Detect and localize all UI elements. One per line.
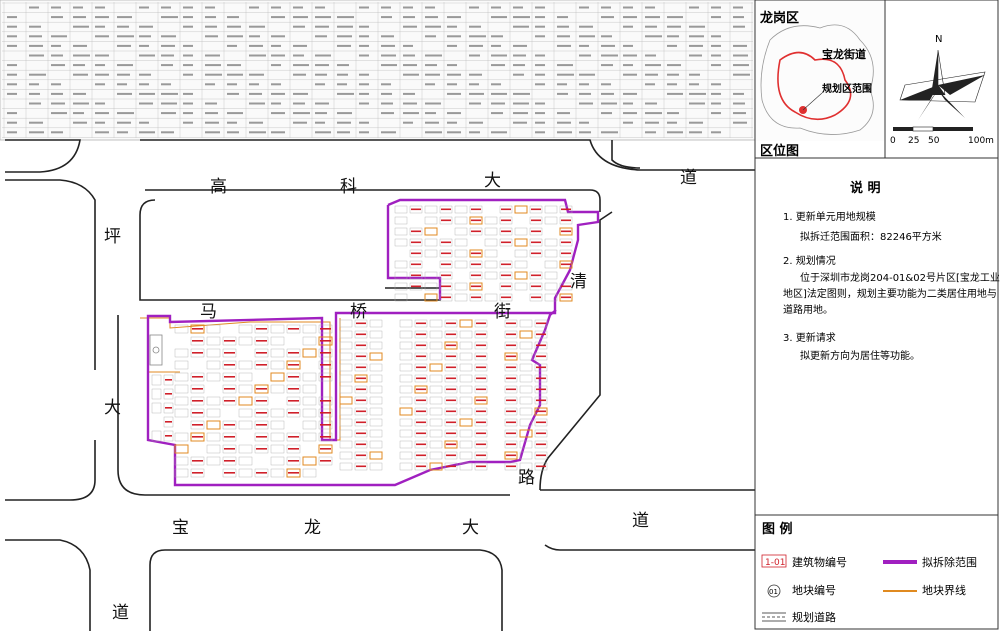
road-label-pingda-2: 大 bbox=[104, 398, 121, 418]
inset-district-label: 龙岗区 bbox=[760, 10, 799, 26]
north-arrow: N bbox=[899, 34, 986, 120]
notes-item2-line2: 地区]法定图则，规划主要功能为二类居住用地与 bbox=[783, 287, 997, 300]
north-label: N bbox=[935, 34, 942, 45]
scale-label-25: 25 bbox=[908, 136, 919, 146]
planning-map: 高 科 大 道 坪 大 马 桥 街 清 路 宝 龙 大 道 道 龙岗区 宝龙街道… bbox=[0, 0, 1000, 631]
road-label-gaoke-2: 科 bbox=[340, 177, 357, 197]
legend-title: 图 例 bbox=[762, 521, 793, 537]
legend-demolition-label: 拟拆除范围 bbox=[922, 555, 977, 569]
location-inset: 龙岗区 宝龙街道 规划区范围 区位图 bbox=[756, 1, 884, 159]
demolition-boundary bbox=[146, 198, 600, 487]
notes-item3-body: 拟更新方向为居住等功能。 bbox=[800, 349, 920, 362]
road-label-baolong-3: 大 bbox=[462, 518, 479, 538]
legend-road-label: 规划道路 bbox=[792, 610, 836, 624]
inset-street-label: 宝龙街道 bbox=[822, 47, 866, 61]
legend: 图 例 1-01 建筑物编号 01 地块编号 规划道路 拟拆除范围 地块界线 bbox=[761, 521, 977, 624]
notes-item2-line1: 位于深圳市龙岗204-01&02号片区[宝龙工业城 bbox=[800, 271, 1000, 284]
road-outlines bbox=[5, 139, 755, 631]
notes-title: 说 明 bbox=[850, 180, 881, 196]
road-labels: 高 科 大 道 坪 大 马 桥 街 清 路 宝 龙 大 道 道 bbox=[104, 168, 697, 623]
notes-item2-title: 2. 规划情况 bbox=[783, 254, 836, 267]
notes-item3-title: 3. 更新请求 bbox=[783, 331, 836, 344]
road-label-qing: 清 bbox=[570, 272, 587, 292]
inset-caption: 区位图 bbox=[760, 143, 799, 159]
road-label-baolong-2: 龙 bbox=[304, 518, 321, 538]
scale-label-50: 50 bbox=[928, 136, 940, 146]
road-label-maqiao-1: 马 bbox=[200, 302, 217, 322]
legend-building-sample: 1-01 bbox=[765, 558, 785, 568]
legend-building-label: 建筑物编号 bbox=[792, 555, 847, 569]
inset-plan-area-label: 规划区范围 bbox=[822, 82, 872, 95]
legend-boundary-label: 地块界线 bbox=[922, 583, 966, 597]
legend-parcel-sample: 01 bbox=[769, 588, 778, 596]
notes-item1-body: 拟拆迁范围面积：82246平方米 bbox=[800, 230, 942, 243]
road-label-gaoke-3: 大 bbox=[484, 171, 501, 191]
scale-label-0: 0 bbox=[890, 136, 896, 146]
scale-bar: 0 25 50 100m bbox=[890, 126, 994, 146]
road-label-pingda-1: 坪 bbox=[104, 227, 121, 247]
road-label-maqiao-3: 街 bbox=[494, 302, 511, 322]
road-label-maqiao-2: 桥 bbox=[350, 302, 367, 322]
road-label-baolong-1: 宝 bbox=[172, 518, 189, 538]
road-label-dao: 道 bbox=[112, 603, 129, 623]
building-footprints bbox=[151, 205, 573, 478]
road-label-lu: 路 bbox=[518, 468, 535, 488]
notes-item1-title: 1. 更新单元用地规模 bbox=[783, 210, 876, 223]
legend-road-symbol bbox=[762, 612, 786, 622]
scale-label-100: 100m bbox=[968, 136, 994, 146]
road-label-baolong-4: 道 bbox=[632, 511, 649, 531]
legend-parcel-label: 地块编号 bbox=[792, 583, 836, 597]
road-label-gaoke-4: 道 bbox=[680, 168, 697, 188]
building-data-table bbox=[0, 0, 756, 141]
notes-section: 说 明 1. 更新单元用地规模 拟拆迁范围面积：82246平方米 2. 规划情况… bbox=[783, 180, 1000, 362]
map-gate-symbol bbox=[149, 334, 163, 366]
road-label-gaoke-1: 高 bbox=[210, 177, 227, 197]
notes-item2-line3: 道路用地。 bbox=[783, 303, 833, 316]
